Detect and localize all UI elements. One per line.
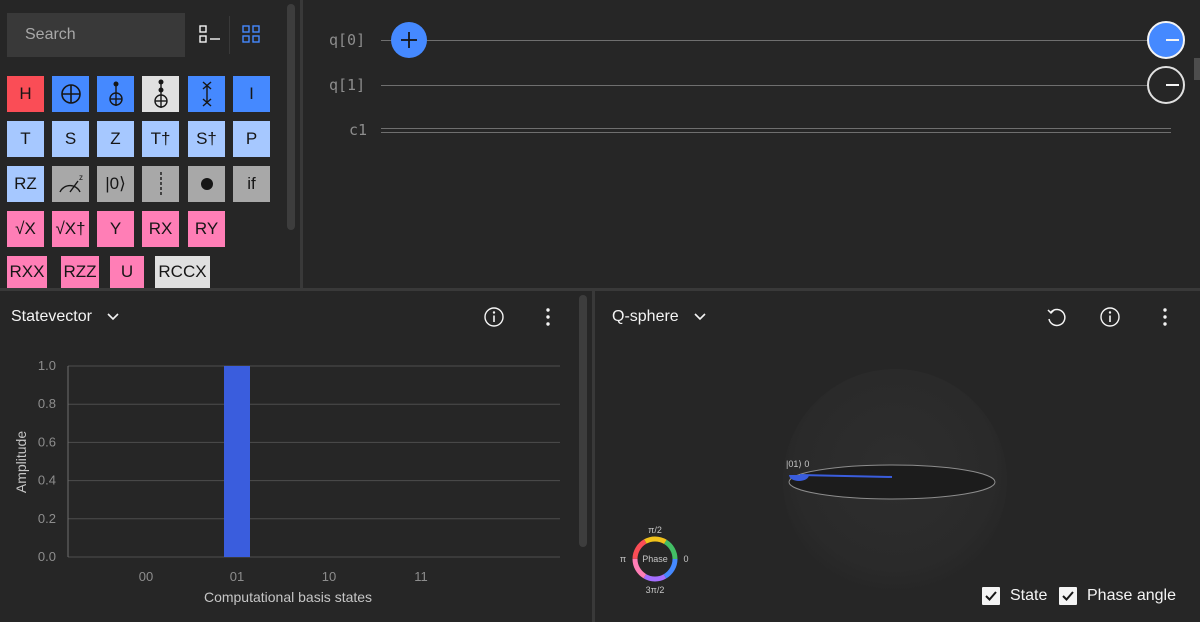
view-divider bbox=[229, 16, 230, 54]
barrier-icon bbox=[159, 172, 162, 196]
x-tick-label: 10 bbox=[322, 569, 336, 584]
x-axis-title: Computational basis states bbox=[204, 589, 372, 605]
circuit-x-gate[interactable] bbox=[391, 22, 427, 58]
y-tick-label: 0.2 bbox=[38, 511, 56, 526]
gate-if[interactable]: if bbox=[233, 166, 270, 202]
qubit-label-q0: q[0] bbox=[329, 31, 366, 49]
y-tick-label: 0.4 bbox=[38, 473, 56, 488]
cnot-icon bbox=[60, 84, 81, 104]
gate-tdg[interactable]: T† bbox=[142, 121, 179, 157]
composer-app: Search H I T S Z T† S† P RZ z |0⟩ if √X … bbox=[0, 0, 1200, 622]
qsphere-canvas[interactable]: |01⟩ 0 Phase π/2 π 0 3π/2 bbox=[595, 291, 1200, 622]
x-tick-label: 11 bbox=[414, 569, 428, 584]
palette-scrollbar[interactable] bbox=[287, 4, 295, 230]
wire-q0 bbox=[381, 40, 1171, 41]
gate-rzz[interactable]: RZZ bbox=[61, 256, 99, 288]
statevector-scrollbar[interactable] bbox=[579, 295, 587, 547]
gate-rccx[interactable]: RCCX bbox=[155, 256, 210, 288]
y-tick-label: 1.0 bbox=[38, 358, 56, 373]
gate-p[interactable]: P bbox=[233, 121, 270, 157]
qubit-disable-toggle-q0[interactable] bbox=[1147, 21, 1185, 59]
gate-rxx[interactable]: RXX bbox=[7, 256, 47, 288]
gate-barrier[interactable] bbox=[142, 166, 179, 202]
y-axis-title: Amplitude bbox=[13, 431, 29, 493]
bar-01[interactable] bbox=[224, 366, 250, 557]
gate-y[interactable]: Y bbox=[97, 211, 134, 247]
qsphere-panel: Q-sphere |01⟩ 0 Phase π/2 π 0 3π/2 State… bbox=[595, 291, 1200, 622]
y-tick-label: 0.0 bbox=[38, 549, 56, 564]
gate-u[interactable]: U bbox=[110, 256, 144, 288]
grid-view-button[interactable] bbox=[238, 20, 264, 48]
toffoli-icon bbox=[108, 81, 123, 106]
x-tick-label: 01 bbox=[230, 569, 244, 584]
list-view-icon bbox=[199, 25, 220, 43]
gate-control[interactable] bbox=[188, 166, 225, 202]
gate-swap[interactable] bbox=[188, 76, 225, 112]
wire-q1 bbox=[381, 85, 1171, 86]
qubit-disable-toggle-q1[interactable] bbox=[1147, 66, 1185, 104]
gate-h[interactable]: H bbox=[7, 76, 44, 112]
ccx-icon bbox=[153, 79, 168, 108]
phase-bottom-label: 3π/2 bbox=[646, 585, 665, 595]
svg-text:z: z bbox=[79, 173, 83, 182]
gate-reset[interactable]: |0⟩ bbox=[97, 166, 134, 202]
state-label: |01⟩ 0 bbox=[786, 459, 809, 469]
phase-right-label: 0 bbox=[683, 554, 688, 564]
x-tick-label: 00 bbox=[139, 569, 153, 584]
gate-z[interactable]: Z bbox=[97, 121, 134, 157]
statevector-panel: Statevector 0.0 0.2 0.4 0.6 0.8 1.0 00 01 10 11 … bbox=[0, 291, 592, 622]
plus-icon bbox=[401, 32, 417, 48]
gate-palette: Search H I T S Z T† S† P RZ z |0⟩ if √X … bbox=[0, 0, 300, 288]
circuit-canvas[interactable]: q[0] q[1] c1 bbox=[300, 0, 1200, 288]
grid-view-icon bbox=[242, 25, 260, 43]
phase-top-label: π/2 bbox=[648, 525, 662, 535]
gate-toffoli[interactable] bbox=[97, 76, 134, 112]
y-tick-label: 0.8 bbox=[38, 396, 56, 411]
toggle-line-icon bbox=[1166, 39, 1179, 41]
state-checkbox[interactable]: State bbox=[982, 587, 1047, 605]
gate-sdg[interactable]: S† bbox=[188, 121, 225, 157]
measure-icon: z bbox=[58, 173, 83, 193]
phase-left-label: π bbox=[620, 554, 626, 564]
gate-sx[interactable]: √X bbox=[7, 211, 44, 247]
list-view-button[interactable] bbox=[197, 20, 223, 48]
circuit-scrollbar[interactable] bbox=[1194, 58, 1200, 80]
wire-c1 bbox=[381, 128, 1171, 133]
gate-i[interactable]: I bbox=[233, 76, 270, 112]
state-checkbox-label: State bbox=[1010, 587, 1048, 604]
classical-label-c1: c1 bbox=[349, 121, 368, 139]
phase-angle-checkbox-label: Phase angle bbox=[1087, 587, 1176, 604]
gate-t[interactable]: T bbox=[7, 121, 44, 157]
gate-rz[interactable]: RZ bbox=[7, 166, 44, 202]
gate-ry[interactable]: RY bbox=[188, 211, 225, 247]
gate-cnot[interactable] bbox=[52, 76, 89, 112]
gate-s[interactable]: S bbox=[52, 121, 89, 157]
gate-sxdg[interactable]: √X† bbox=[52, 211, 89, 247]
phase-center-label: Phase bbox=[642, 554, 668, 564]
search-input[interactable]: Search bbox=[7, 13, 185, 57]
swap-icon bbox=[202, 81, 211, 107]
qubit-label-q1: q[1] bbox=[329, 76, 366, 94]
statevector-chart: 0.0 0.2 0.4 0.6 0.8 1.0 00 01 10 11 Computationa… bbox=[13, 358, 560, 605]
checkbox-checked-icon bbox=[1059, 587, 1077, 605]
gate-rx[interactable]: RX bbox=[142, 211, 179, 247]
checkbox-checked-icon bbox=[982, 587, 1000, 605]
y-tick-label: 0.6 bbox=[38, 434, 56, 449]
phase-angle-checkbox[interactable]: Phase angle bbox=[1059, 587, 1176, 605]
qsphere-equator bbox=[788, 464, 996, 500]
control-dot-icon bbox=[200, 178, 213, 190]
toggle-line-icon bbox=[1166, 84, 1179, 86]
gate-measure[interactable]: z bbox=[52, 166, 89, 202]
gate-ccx[interactable] bbox=[142, 76, 179, 112]
